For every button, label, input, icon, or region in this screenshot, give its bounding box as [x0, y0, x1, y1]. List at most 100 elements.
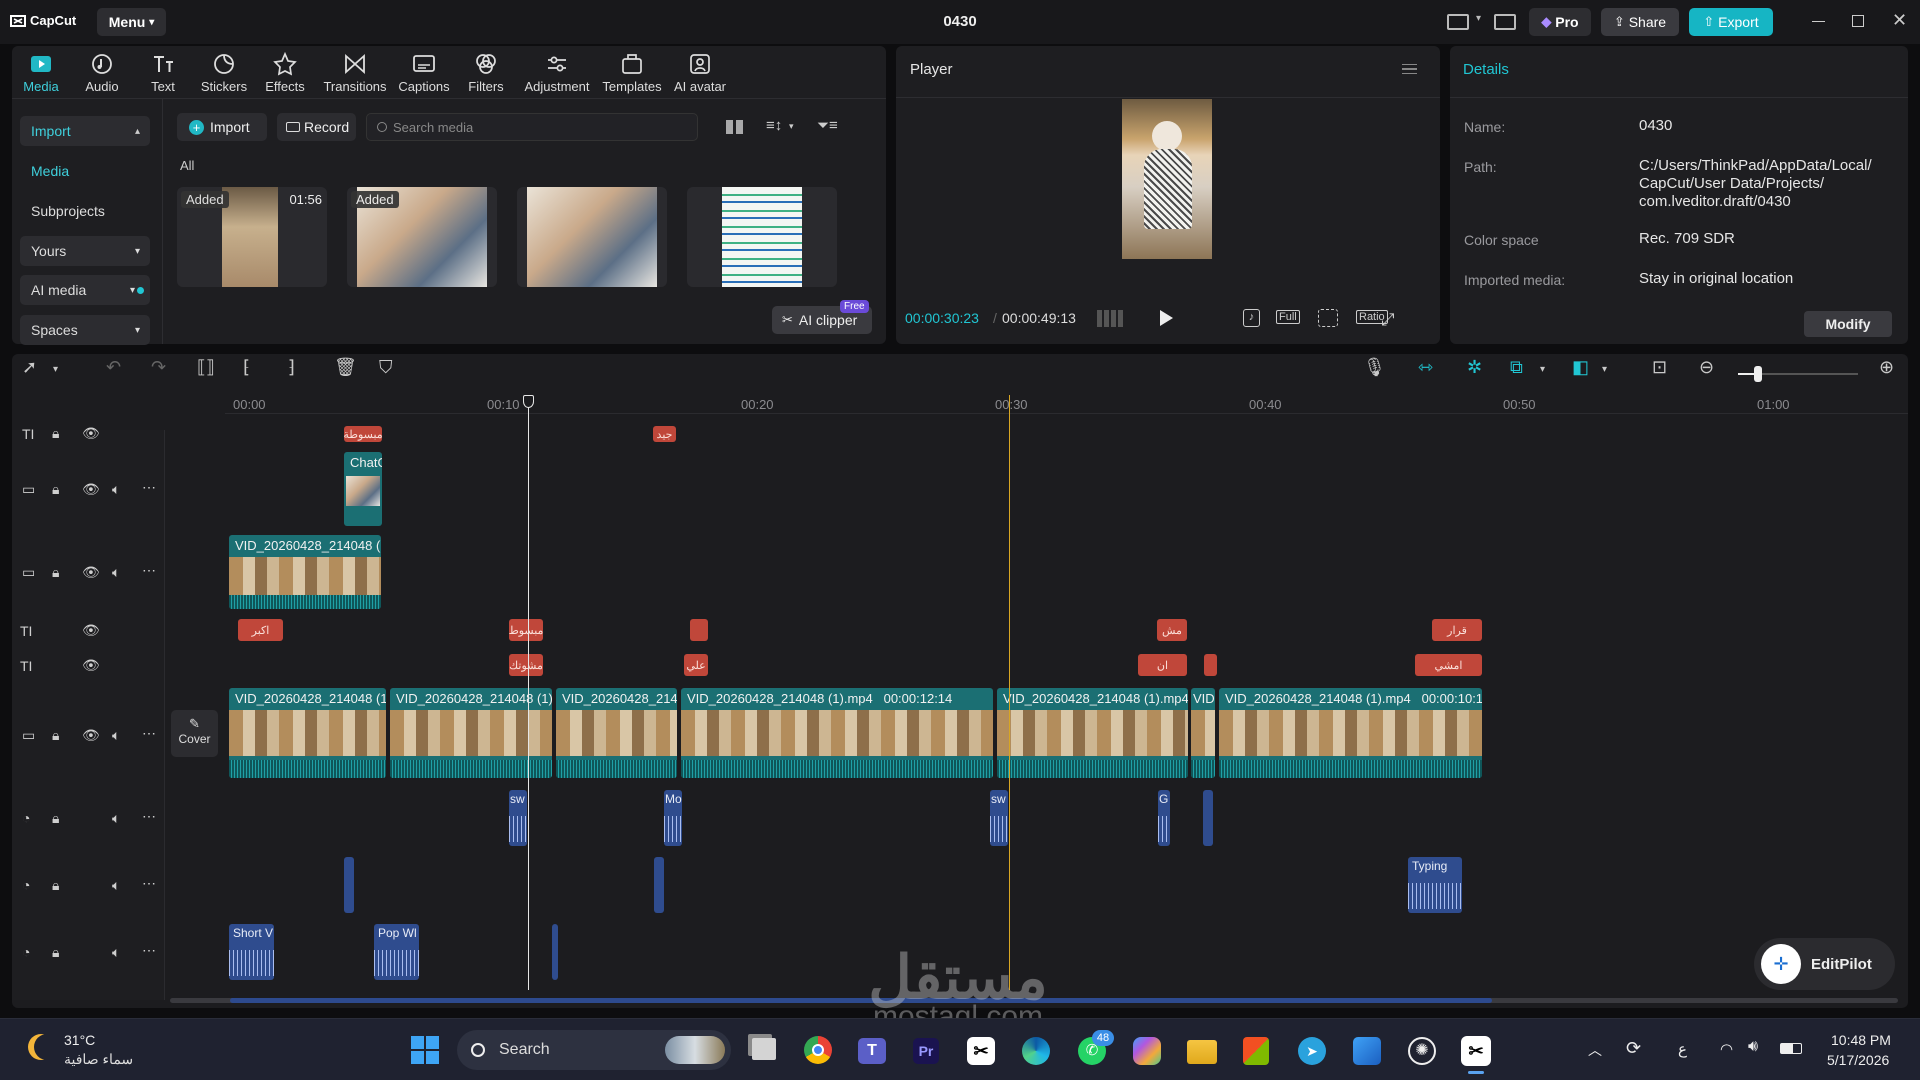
cover-button[interactable]: ✎ Cover [171, 710, 218, 757]
eye-icon[interactable]: 👁︎ [82, 622, 100, 639]
task-view-icon[interactable] [752, 1038, 776, 1060]
text-clip[interactable]: قرار [1432, 619, 1482, 641]
editpilot-button[interactable]: ✛ EditPilot [1754, 938, 1895, 990]
filter-icon[interactable]: ⏷≡ [817, 117, 838, 134]
video-preview[interactable] [1122, 99, 1212, 259]
main-video-clip[interactable]: VID_20260428_214 [556, 688, 677, 778]
fit-timeline-icon[interactable]: ⊡ [1652, 357, 1667, 378]
full-button[interactable]: Full [1276, 310, 1300, 324]
audio-clip[interactable]: sw [509, 790, 527, 846]
sidebar-item-spaces[interactable]: Spaces ▾ [20, 315, 150, 345]
play-icon[interactable] [1160, 310, 1173, 326]
eye-icon[interactable]: 👁︎ [82, 564, 100, 581]
record-button[interactable]: Record [277, 113, 356, 141]
more-icon[interactable]: ⋯ [142, 808, 156, 825]
text-clip[interactable]: مبسوط [509, 619, 543, 641]
tab-stickers[interactable]: Stickers [193, 52, 255, 94]
modify-button[interactable]: Modify [1804, 311, 1892, 337]
redo-icon[interactable]: ↷ [151, 357, 166, 378]
delete-icon[interactable]: 🗑︎ [334, 357, 357, 378]
main-video-clip[interactable]: VID_20260428_214048 (1 [229, 688, 386, 778]
eye-icon[interactable]: 👁︎ [82, 425, 100, 442]
weather-temp[interactable]: 31°C [64, 1032, 95, 1048]
battery-icon[interactable] [1780, 1043, 1802, 1054]
timeline-view-icon[interactable] [1097, 310, 1125, 327]
volume-icon[interactable]: 🔈︎ [112, 727, 120, 744]
microphone-icon[interactable]: 🎙︎ [1363, 357, 1386, 378]
telegram-icon[interactable]: ➤ [1298, 1037, 1326, 1065]
sidebar-item-import[interactable]: Import ▴ [20, 116, 150, 146]
volume-icon[interactable]: 🔈︎ [112, 481, 120, 498]
split-icon[interactable]: ⟦⟧ [197, 357, 215, 378]
premiere-icon[interactable]: Pr [913, 1038, 939, 1064]
chevron-up-icon[interactable]: ︿ [1588, 1040, 1602, 1060]
share-button[interactable]: ⇪ Share [1601, 8, 1679, 36]
text-clip[interactable]: مبسوطة [344, 426, 382, 442]
sidebar-item-subprojects[interactable]: Subprojects [20, 196, 150, 226]
text-clip[interactable]: جيد [653, 426, 676, 442]
audio-clip[interactable] [552, 924, 558, 980]
audio-clip[interactable]: Mo [664, 790, 682, 846]
tab-media[interactable]: Media [10, 52, 72, 94]
link-main-track-icon[interactable]: ⇿ [1418, 357, 1433, 378]
tab-transitions[interactable]: Transitions [322, 52, 388, 94]
focus-icon[interactable] [1318, 309, 1338, 327]
fullscreen-icon[interactable]: ⤢ [1381, 310, 1395, 330]
volume-icon[interactable]: 🔈︎ [112, 877, 120, 894]
overlay-video-clip[interactable]: ChatG [344, 452, 382, 526]
chatgpt-icon[interactable]: ✺ [1408, 1037, 1436, 1065]
search-media-input[interactable]: Search media [366, 113, 698, 141]
restore-icon[interactable] [1852, 15, 1864, 27]
import-button[interactable]: + Import [177, 113, 267, 141]
main-video-clip[interactable]: VID_20260428_214048 (1).mp4 [997, 688, 1188, 778]
wifi-icon[interactable]: ◠ [1720, 1040, 1733, 1058]
zoom-out-icon[interactable]: ⊖ [1699, 357, 1714, 378]
volume-icon[interactable]: 🔈︎ [112, 810, 120, 827]
audio-clip[interactable]: Pop Wl [374, 924, 419, 980]
eye-icon[interactable]: 👁︎ [82, 727, 100, 744]
windows-start-icon[interactable] [411, 1036, 439, 1064]
grid-view-icon[interactable] [726, 120, 743, 134]
eye-icon[interactable]: 👁︎ [82, 481, 100, 498]
text-clip[interactable] [690, 619, 708, 641]
tiktok-icon[interactable]: ♪ [1243, 309, 1260, 327]
tab-templates[interactable]: Templates [598, 52, 666, 94]
zoom-in-icon[interactable]: ⊕ [1879, 357, 1894, 378]
main-video-clip[interactable]: VID_20260428_214048 (1).mp4 00:00:10:1 [1219, 688, 1482, 778]
more-icon[interactable]: ⋯ [142, 479, 156, 496]
microsoft-store-icon[interactable] [1243, 1037, 1269, 1065]
volume-icon[interactable]: 🔈︎ [112, 944, 120, 961]
playhead-handle[interactable] [523, 395, 534, 408]
shortcut-icon[interactable] [1494, 14, 1516, 30]
more-icon[interactable]: ⋯ [142, 725, 156, 742]
lock-icon[interactable]: 🔒︎ [52, 564, 59, 581]
menu-button[interactable]: Menu ▾ [97, 8, 166, 36]
media-item[interactable] [687, 187, 837, 287]
eye-icon[interactable]: 👁︎ [82, 657, 100, 674]
main-video-clip[interactable]: VID_20260428_214048 (1).mp4 00:00:12:14 [681, 688, 993, 778]
clock-time[interactable]: 10:48 PM [1831, 1032, 1891, 1048]
chevron-down-icon[interactable]: ▾ [789, 121, 794, 132]
chevron-down-icon[interactable]: ▾ [1540, 364, 1545, 375]
audio-clip[interactable] [654, 857, 664, 913]
file-explorer-icon[interactable] [1187, 1040, 1217, 1064]
audio-clip[interactable]: Typing [1408, 857, 1462, 913]
language-indicator[interactable]: ع [1678, 1040, 1687, 1058]
volume-icon[interactable]: 🔈︎ [112, 564, 120, 581]
sort-icon[interactable]: ≡↕ [766, 117, 782, 134]
shield-icon[interactable]: ⛉ [379, 357, 393, 378]
lock-icon[interactable]: 🔒︎ [52, 810, 59, 827]
split-right-icon[interactable]: ⁆ [288, 357, 295, 378]
main-video-clip[interactable]: VID [1191, 688, 1215, 778]
audio-clip[interactable]: Short V [229, 924, 274, 980]
playhead[interactable] [528, 395, 529, 990]
minimize-icon[interactable] [1812, 21, 1825, 22]
text-clip[interactable]: مش [1157, 619, 1187, 641]
chevron-down-icon[interactable]: ▾ [1476, 13, 1481, 24]
zoom-slider[interactable] [1738, 366, 1858, 382]
weather-moon-icon[interactable] [34, 1034, 60, 1060]
layout-icon[interactable] [1447, 14, 1469, 30]
filter-all-tab[interactable]: All [180, 158, 194, 173]
pro-button[interactable]: ◆ Pro [1529, 8, 1591, 36]
select-tool-icon[interactable]: ➚ [22, 357, 37, 378]
